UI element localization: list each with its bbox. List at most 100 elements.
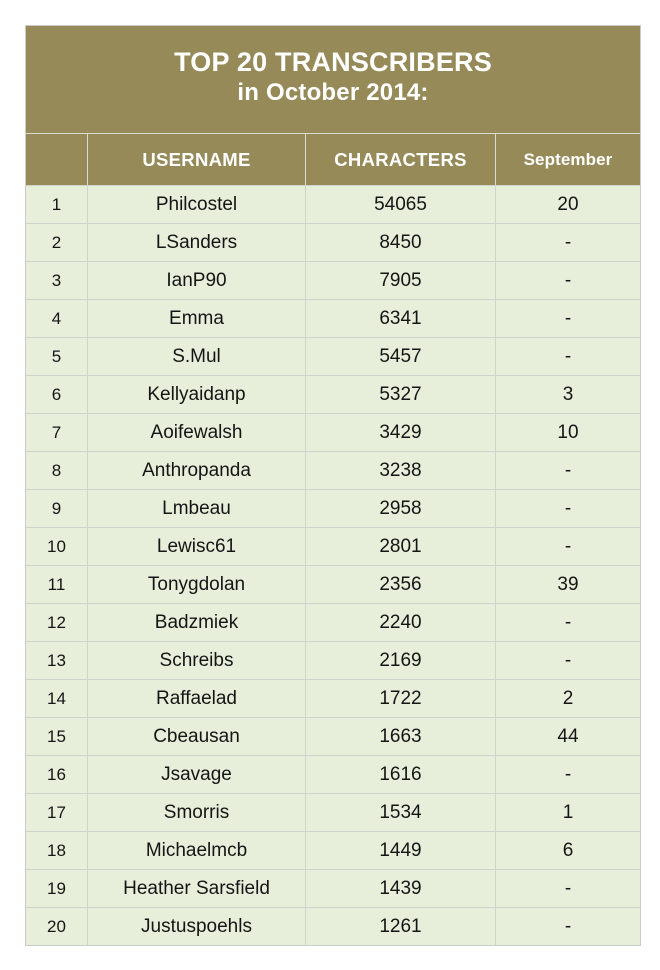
cell-characters: 1449 xyxy=(305,832,495,869)
cell-september: - xyxy=(495,908,640,945)
column-header-characters: CHARACTERS xyxy=(305,134,495,185)
cell-september: - xyxy=(495,262,640,299)
table-row: 8 Anthropanda 3238- xyxy=(26,451,640,489)
cell-username: Emma xyxy=(87,300,305,337)
cell-characters: 1261 xyxy=(305,908,495,945)
table-row: 2 LSanders 8450- xyxy=(26,223,640,261)
table-row: 9 Lmbeau 2958- xyxy=(26,489,640,527)
cell-september: - xyxy=(495,870,640,907)
table-header-row: USERNAME CHARACTERS September xyxy=(26,133,640,185)
cell-username: Justuspoehls xyxy=(87,908,305,945)
page-title: TOP 20 TRANSCRIBERS xyxy=(174,46,492,77)
cell-rank: 1 xyxy=(51,194,62,214)
cell-rank: 11 xyxy=(47,574,66,594)
cell-rank: 6 xyxy=(51,384,62,404)
cell-username: IanP90 xyxy=(87,262,305,299)
cell-september: - xyxy=(495,756,640,793)
cell-characters: 54065 xyxy=(305,186,495,223)
cell-characters: 7905 xyxy=(305,262,495,299)
cell-rank: 7 xyxy=(51,422,62,442)
cell-rank: 3 xyxy=(51,270,62,290)
cell-username: Kellyaidanp xyxy=(87,376,305,413)
table-row: 17 Smorris 1534 1 xyxy=(26,793,640,831)
cell-september: - xyxy=(495,604,640,641)
cell-rank: 17 xyxy=(47,802,66,822)
cell-characters: 1722 xyxy=(305,680,495,717)
cell-rank: 14 xyxy=(47,688,66,708)
table-row: 10 Lewisc61 2801- xyxy=(26,527,640,565)
cell-characters: 1616 xyxy=(305,756,495,793)
cell-username: Raffaelad xyxy=(87,680,305,717)
cell-september: 10 xyxy=(495,414,640,451)
cell-username: S.Mul xyxy=(87,338,305,375)
cell-username: Cbeausan xyxy=(87,718,305,755)
cell-rank: 2 xyxy=(51,232,62,252)
column-header-rank xyxy=(26,134,87,185)
cell-september: - xyxy=(495,490,640,527)
page-subtitle: in October 2014: xyxy=(237,78,429,106)
cell-username: Badzmiek xyxy=(87,604,305,641)
table-row: 13 Schreibs 2169- xyxy=(26,641,640,679)
cell-username: Jsavage xyxy=(87,756,305,793)
cell-september: 1 xyxy=(495,794,640,831)
table-row: 15 Cbeausan 1663 44 xyxy=(26,717,640,755)
cell-characters: 2169 xyxy=(305,642,495,679)
cell-username: Anthropanda xyxy=(87,452,305,489)
cell-september: 2 xyxy=(495,680,640,717)
cell-username: Schreibs xyxy=(87,642,305,679)
table-row: 12 Badzmiek 2240- xyxy=(26,603,640,641)
cell-rank: 15 xyxy=(47,726,66,746)
table-row: 6 Kellyaidanp 5327 3 xyxy=(26,375,640,413)
cell-rank: 5 xyxy=(51,346,62,366)
cell-username: Heather Sarsfield xyxy=(87,870,305,907)
cell-september: 6 xyxy=(495,832,640,869)
cell-username: Michaelmcb xyxy=(87,832,305,869)
cell-september: - xyxy=(495,300,640,337)
cell-characters: 3238 xyxy=(305,452,495,489)
cell-rank: 18 xyxy=(47,840,66,860)
table-row: 11 Tonygdolan 2356 39 xyxy=(26,565,640,603)
table-body: 1 Philcostel 54065 20 2 LSanders 8450-3 IanP90 7… xyxy=(26,185,640,945)
table-row: 16 Jsavage 1616- xyxy=(26,755,640,793)
cell-rank: 19 xyxy=(47,878,66,898)
column-header-september: September xyxy=(495,134,640,185)
cell-rank: 20 xyxy=(47,916,66,936)
cell-rank: 13 xyxy=(47,650,66,670)
cell-characters: 2801 xyxy=(305,528,495,565)
transcribers-leaderboard-table: TOP 20 TRANSCRIBERS in October 2014: USE… xyxy=(25,25,641,946)
cell-september: - xyxy=(495,528,640,565)
cell-username: LSanders xyxy=(87,224,305,261)
cell-username: Aoifewalsh xyxy=(87,414,305,451)
cell-characters: 3429 xyxy=(305,414,495,451)
table-row: 20 Justuspoehls 1261- xyxy=(26,907,640,945)
cell-username: Lmbeau xyxy=(87,490,305,527)
cell-characters: 6341 xyxy=(305,300,495,337)
cell-username: Smorris xyxy=(87,794,305,831)
cell-rank: 9 xyxy=(51,498,62,518)
cell-characters: 5457 xyxy=(305,338,495,375)
cell-september: - xyxy=(495,642,640,679)
column-header-username: USERNAME xyxy=(87,134,305,185)
cell-rank: 12 xyxy=(47,612,66,632)
cell-september: 20 xyxy=(495,186,640,223)
table-title-block: TOP 20 TRANSCRIBERS in October 2014: xyxy=(26,26,640,133)
cell-characters: 5327 xyxy=(305,376,495,413)
table-row: 4 Emma 6341- xyxy=(26,299,640,337)
cell-rank: 16 xyxy=(47,764,66,784)
table-row: 18 Michaelmcb 1449 6 xyxy=(26,831,640,869)
cell-characters: 2958 xyxy=(305,490,495,527)
cell-rank: 8 xyxy=(51,460,62,480)
cell-username: Tonygdolan xyxy=(87,566,305,603)
cell-characters: 8450 xyxy=(305,224,495,261)
cell-september: 44 xyxy=(495,718,640,755)
table-row: 3 IanP90 7905- xyxy=(26,261,640,299)
cell-rank: 4 xyxy=(51,308,62,328)
table-row: 14 Raffaelad 1722 2 xyxy=(26,679,640,717)
cell-characters: 1534 xyxy=(305,794,495,831)
table-row: 5 S.Mul 5457- xyxy=(26,337,640,375)
table-row: 19 Heather Sarsfield 1439- xyxy=(26,869,640,907)
table-row: 1 Philcostel 54065 20 xyxy=(26,185,640,223)
cell-september: 3 xyxy=(495,376,640,413)
cell-characters: 1439 xyxy=(305,870,495,907)
cell-characters: 2240 xyxy=(305,604,495,641)
